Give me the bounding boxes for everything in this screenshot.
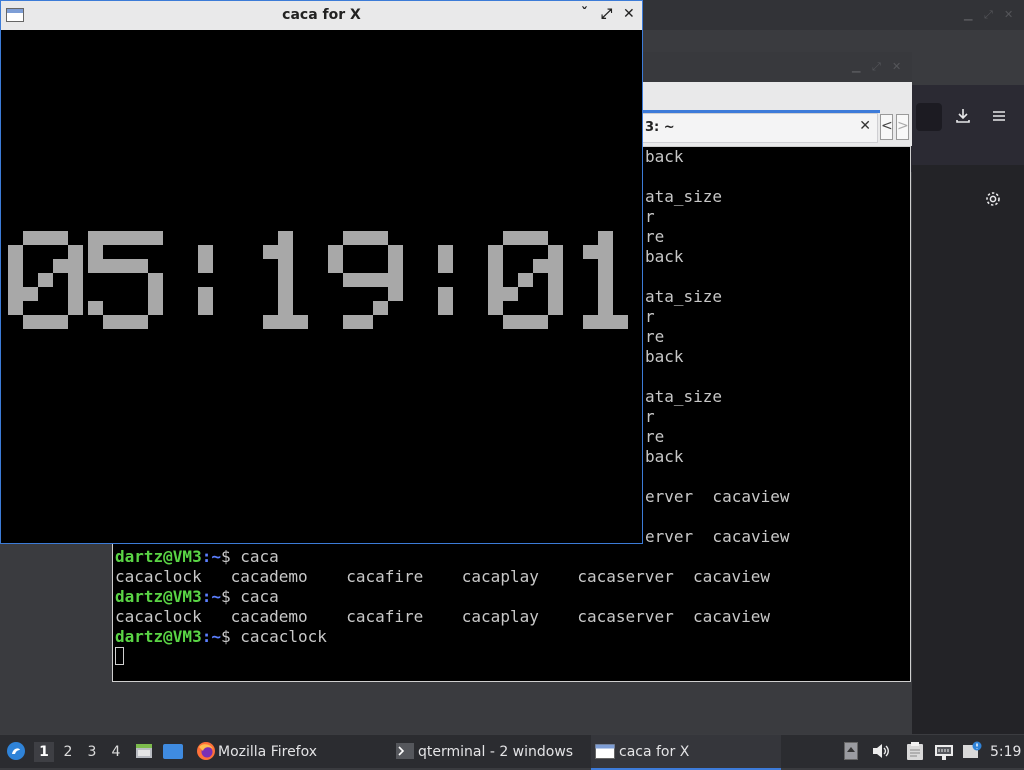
firefox-icon	[196, 741, 216, 765]
prompt-command: $ cacaclock	[220, 627, 327, 646]
window-icon	[595, 744, 615, 763]
prompt-command: $ caca	[220, 587, 279, 606]
terminal-output-line: cacaclock cacademo cacafire cacaplay cac…	[115, 567, 771, 586]
minimize-button[interactable]: ˇ	[581, 6, 588, 22]
terminal-line-fragment: ata_size	[645, 187, 723, 206]
clock-digit	[328, 231, 403, 329]
tab-terminal[interactable]: 3: ~ ✕	[640, 113, 878, 143]
minimize-icon[interactable]: ▁	[852, 60, 860, 73]
clock-digit	[488, 231, 563, 329]
close-icon[interactable]: ✕	[1004, 8, 1013, 21]
maximize-icon[interactable]: ⤢	[984, 8, 993, 22]
gear-icon[interactable]	[984, 190, 1002, 213]
network-icon[interactable]	[934, 743, 954, 765]
terminal-prompt-line: dartz@VM3:~$ caca	[115, 587, 279, 607]
terminal-line-fragment: re	[645, 327, 665, 346]
terminal-line-fragment: ata_size	[645, 287, 723, 306]
url-bar-end[interactable]	[916, 103, 942, 131]
caca-window: caca for X ˇ ⤢ ✕	[0, 0, 643, 544]
background-window-titlebar: ▁ ⤢ ✕	[640, 0, 1024, 30]
prompt-command: $ caca	[220, 547, 279, 566]
terminal-output-line: cacaclock cacademo cacafire cacaplay cac…	[115, 607, 771, 626]
firefox-titlebar: ▁ ⤢ ✕	[640, 52, 912, 82]
download-icon[interactable]	[954, 107, 972, 130]
clock-digit	[263, 231, 308, 329]
clock[interactable]: 5:19	[990, 744, 1021, 760]
file-manager-icon[interactable]	[134, 741, 154, 765]
terminal-line-fragment: re	[645, 427, 665, 446]
terminal-line-fragment: back	[645, 447, 684, 466]
clock-separator	[438, 245, 453, 315]
clock-separator	[198, 245, 213, 315]
caca-titlebar[interactable]: caca for X ˇ ⤢ ✕	[1, 1, 642, 30]
tab-scroll-right-button[interactable]: >	[896, 114, 909, 140]
clipboard-icon[interactable]	[906, 741, 924, 765]
terminal-cursor	[115, 647, 124, 665]
terminal-line-fragment: erver cacaview	[645, 527, 790, 546]
firefox-side-area	[912, 85, 1024, 735]
close-button[interactable]: ✕	[623, 6, 635, 22]
prompt-path: :~	[201, 627, 221, 646]
close-icon[interactable]: ✕	[892, 60, 901, 73]
terminal-prompt-line: dartz@VM3:~$ cacaclock	[115, 627, 327, 647]
workspace-3[interactable]: 3	[82, 742, 102, 762]
terminal-line-fragment: ata_size	[645, 387, 723, 406]
task-label: qterminal - 2 windows	[418, 744, 574, 760]
qterminal-tabbar: 3: ~ ✕ < >	[640, 82, 912, 146]
start-menu-icon[interactable]	[6, 741, 26, 765]
terminal-line-fragment: back	[645, 347, 684, 366]
clock-digits	[8, 231, 628, 329]
prompt-path: :~	[201, 547, 221, 566]
terminal-line-fragment: erver cacaview	[645, 487, 790, 506]
clock-digit	[88, 231, 163, 329]
firefox-toolbar	[912, 85, 1024, 165]
task-label: Mozilla Firefox	[218, 744, 318, 760]
workspace-1[interactable]: 1	[34, 742, 54, 762]
terminal-line-fragment: r	[645, 307, 655, 326]
task-label: caca for X	[619, 744, 690, 760]
update-notifier-icon[interactable]	[962, 741, 982, 765]
maximize-button[interactable]: ⤢	[601, 6, 612, 22]
tab-title: 3: ~	[645, 120, 675, 135]
terminal-line-fragment: re	[645, 227, 665, 246]
tab-scroll-left-button[interactable]: <	[880, 114, 893, 140]
task-caca-for-x[interactable]: caca for X	[591, 735, 781, 770]
terminal-prompt-line: dartz@VM3:~$ caca	[115, 547, 279, 567]
task-qterminal[interactable]: qterminal - 2 windows	[392, 735, 582, 768]
taskbar: 1234 Mozilla Firefox qterminal - 2 windo…	[0, 734, 1024, 770]
workspace-4[interactable]: 4	[106, 742, 126, 762]
show-desktop-icon[interactable]	[162, 743, 184, 765]
clock-digit	[583, 231, 628, 329]
terminal-line-fragment: back	[645, 147, 684, 166]
terminal-line-fragment: r	[645, 407, 655, 426]
terminal-icon	[396, 743, 414, 763]
prompt-user-host: dartz@VM3	[115, 587, 202, 606]
terminal-line-fragment: back	[645, 247, 684, 266]
workspace-2[interactable]: 2	[58, 742, 78, 762]
ascii-clock	[8, 231, 628, 329]
prompt-user-host: dartz@VM3	[115, 547, 202, 566]
task-firefox[interactable]: Mozilla Firefox	[192, 735, 382, 768]
window-title: caca for X	[282, 7, 361, 23]
clock-digit	[8, 231, 83, 329]
minimize-icon[interactable]: ▁	[964, 8, 972, 21]
volume-icon[interactable]	[872, 743, 890, 763]
prompt-user-host: dartz@VM3	[115, 627, 202, 646]
hamburger-menu-icon[interactable]	[990, 107, 1008, 130]
terminal-line-fragment: r	[645, 207, 655, 226]
maximize-icon[interactable]: ⤢	[872, 60, 881, 74]
tray-up-arrow-icon[interactable]	[844, 742, 858, 764]
close-tab-icon[interactable]: ✕	[859, 118, 871, 134]
prompt-path: :~	[201, 587, 221, 606]
